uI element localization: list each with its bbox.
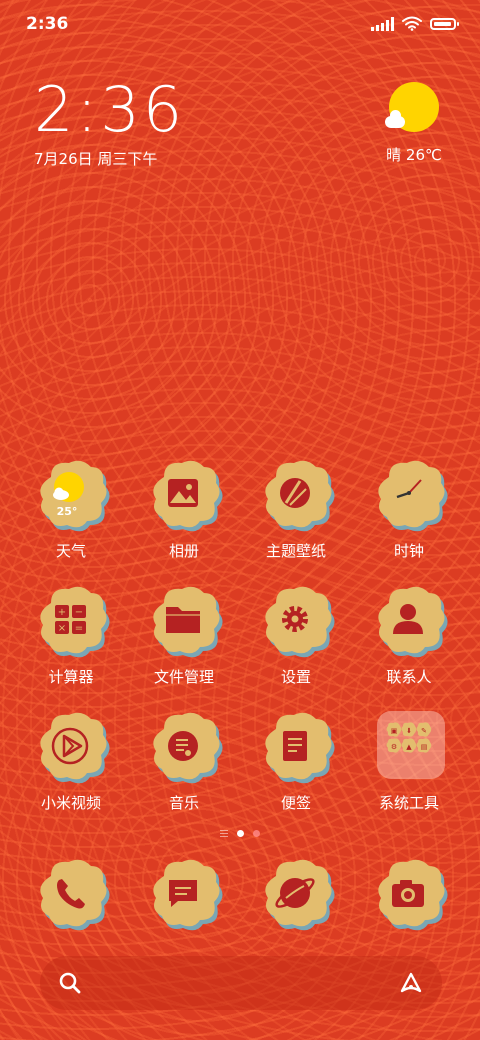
clock-icon <box>369 455 449 535</box>
svg-text:▲: ▲ <box>406 743 412 751</box>
app-system-tools-folder[interactable]: ▣ ⬇ ✎ ⚙ ▲ ▤ 系统工具 <box>353 707 465 813</box>
system-tools-folder-icon: ▣ ⬇ ✎ ⚙ ▲ ▤ <box>369 707 449 787</box>
app-label: 天气 <box>55 542 86 560</box>
app-label: 相册 <box>168 542 199 560</box>
svg-text:=: = <box>75 623 83 634</box>
svg-text:+: + <box>58 607 66 618</box>
clock-widget-time: 2:36 <box>34 73 186 146</box>
search-icon <box>59 972 81 994</box>
app-label: 小米视频 <box>40 794 101 812</box>
gear-icon <box>256 581 336 661</box>
dock-app-phone[interactable] <box>15 854 127 934</box>
sun-icon <box>385 82 439 132</box>
status-icons <box>371 16 459 31</box>
app-label: 时钟 <box>393 542 424 560</box>
app-label: 设置 <box>280 668 311 686</box>
video-icon <box>31 707 111 787</box>
folder-icon <box>144 581 224 661</box>
weather-widget[interactable]: 晴 26℃ <box>384 82 444 165</box>
app-label: 便签 <box>280 794 311 812</box>
app-label: 联系人 <box>386 668 432 686</box>
svg-text:✎: ✎ <box>421 727 427 735</box>
browser-icon <box>256 854 336 934</box>
app-calculator[interactable]: + − × = 计算器 <box>15 581 127 687</box>
app-clock[interactable]: 时钟 <box>353 455 465 561</box>
app-gear[interactable]: 设置 <box>240 581 352 687</box>
clock-widget[interactable]: 2:36 7月26日 周三下午 <box>34 78 185 169</box>
page-indicator[interactable] <box>0 830 480 837</box>
app-label: 主题壁纸 <box>265 542 326 560</box>
status-time: 2:36 <box>26 14 69 34</box>
app-label: 计算器 <box>48 668 94 686</box>
dock-app-messages[interactable] <box>128 854 240 934</box>
svg-text:−: − <box>75 607 83 618</box>
weather-icon: 25° <box>31 455 111 535</box>
app-label: 文件管理 <box>153 668 214 686</box>
dock-app-browser[interactable] <box>240 854 352 934</box>
notes-icon <box>256 707 336 787</box>
battery-icon <box>430 17 459 30</box>
app-contacts[interactable]: 联系人 <box>353 581 465 687</box>
music-icon <box>144 707 224 787</box>
wifi-icon <box>402 16 422 31</box>
signal-icon <box>371 16 394 31</box>
page-dot-active <box>237 830 244 837</box>
assistant-icon[interactable] <box>398 971 424 995</box>
status-bar: 2:36 <box>0 0 480 50</box>
app-weather[interactable]: 25° 天气 <box>15 455 127 561</box>
page-dot <box>253 830 260 837</box>
cloud-icon <box>385 110 405 128</box>
app-label: 音乐 <box>168 794 199 812</box>
dock-app-camera[interactable] <box>353 854 465 934</box>
calculator-icon: + − × = <box>31 581 111 661</box>
weather-temp-badge: 25° <box>56 505 78 518</box>
app-themes[interactable]: 主题壁纸 <box>240 455 352 561</box>
app-gallery[interactable]: 相册 <box>128 455 240 561</box>
app-notes[interactable]: 便签 <box>240 707 352 813</box>
app-folder[interactable]: 文件管理 <box>128 581 240 687</box>
clock-widget-date: 7月26日 周三下午 <box>34 150 158 168</box>
messages-icon <box>144 854 224 934</box>
svg-text:⬇: ⬇ <box>406 727 412 735</box>
camera-icon <box>369 854 449 934</box>
phone-icon <box>31 854 111 934</box>
contacts-icon <box>369 581 449 661</box>
svg-text:▣: ▣ <box>391 727 398 735</box>
app-label: 系统工具 <box>378 794 439 812</box>
weather-widget-text: 晴 26℃ <box>386 146 442 164</box>
minus-one-screen-indicator <box>220 830 228 837</box>
app-music[interactable]: 音乐 <box>128 707 240 813</box>
svg-text:▤: ▤ <box>421 743 428 751</box>
themes-icon <box>256 455 336 535</box>
svg-text:×: × <box>58 623 66 634</box>
svg-text:⚙: ⚙ <box>391 743 397 751</box>
search-bar[interactable] <box>40 956 442 1010</box>
app-video[interactable]: 小米视频 <box>15 707 127 813</box>
gallery-icon <box>144 455 224 535</box>
